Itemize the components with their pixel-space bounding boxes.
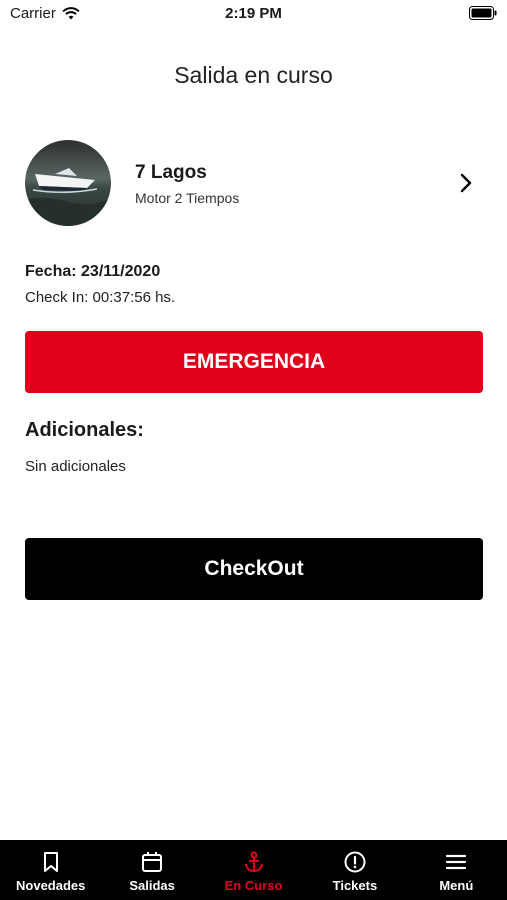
tab-label: Salidas (129, 878, 175, 893)
tab-label: Novedades (16, 878, 86, 893)
trip-date: Fecha: 23/11/2020 (25, 263, 161, 280)
battery-icon (469, 6, 497, 20)
tab-tickets[interactable]: Tickets (304, 840, 405, 900)
menu-icon (446, 854, 467, 870)
tab-label: Tickets (332, 878, 378, 893)
tab-en-curso[interactable]: En Curso (203, 840, 304, 900)
anchor-icon (244, 851, 263, 873)
tab-menu[interactable]: Menú (406, 840, 507, 900)
trip-checkin: Check In: 00:37:56 hs. (25, 289, 176, 306)
bookmark-icon (43, 852, 58, 872)
boat-image (25, 140, 111, 226)
page-title: Salida en curso (174, 62, 333, 88)
status-bar: Carrier 2:19 PM (0, 0, 507, 28)
tab-label: En Curso (224, 878, 283, 893)
calendar-icon (142, 852, 163, 872)
chevron-right-icon[interactable] (459, 172, 473, 194)
tab-novedades[interactable]: Novedades (0, 840, 101, 900)
checkout-button[interactable]: CheckOut (25, 538, 483, 600)
boat-name: 7 Lagos (135, 162, 207, 183)
alert-circle-icon (344, 851, 366, 873)
boat-avatar (25, 140, 111, 226)
additionals-title: Adicionales: (25, 419, 144, 441)
boat-card[interactable]: 7 Lagos Motor 2 Tiempos (25, 138, 485, 228)
clock: 2:19 PM (225, 5, 282, 22)
additionals-text: Sin adicionales (25, 458, 126, 475)
tab-salidas[interactable]: Salidas (101, 840, 202, 900)
tab-bar: Novedades Salidas En Curso Tickets Menú (0, 840, 507, 900)
boat-engine: Motor 2 Tiempos (135, 190, 240, 206)
emergency-button[interactable]: EMERGENCIA (25, 331, 483, 393)
tab-label: Menú (439, 878, 474, 893)
